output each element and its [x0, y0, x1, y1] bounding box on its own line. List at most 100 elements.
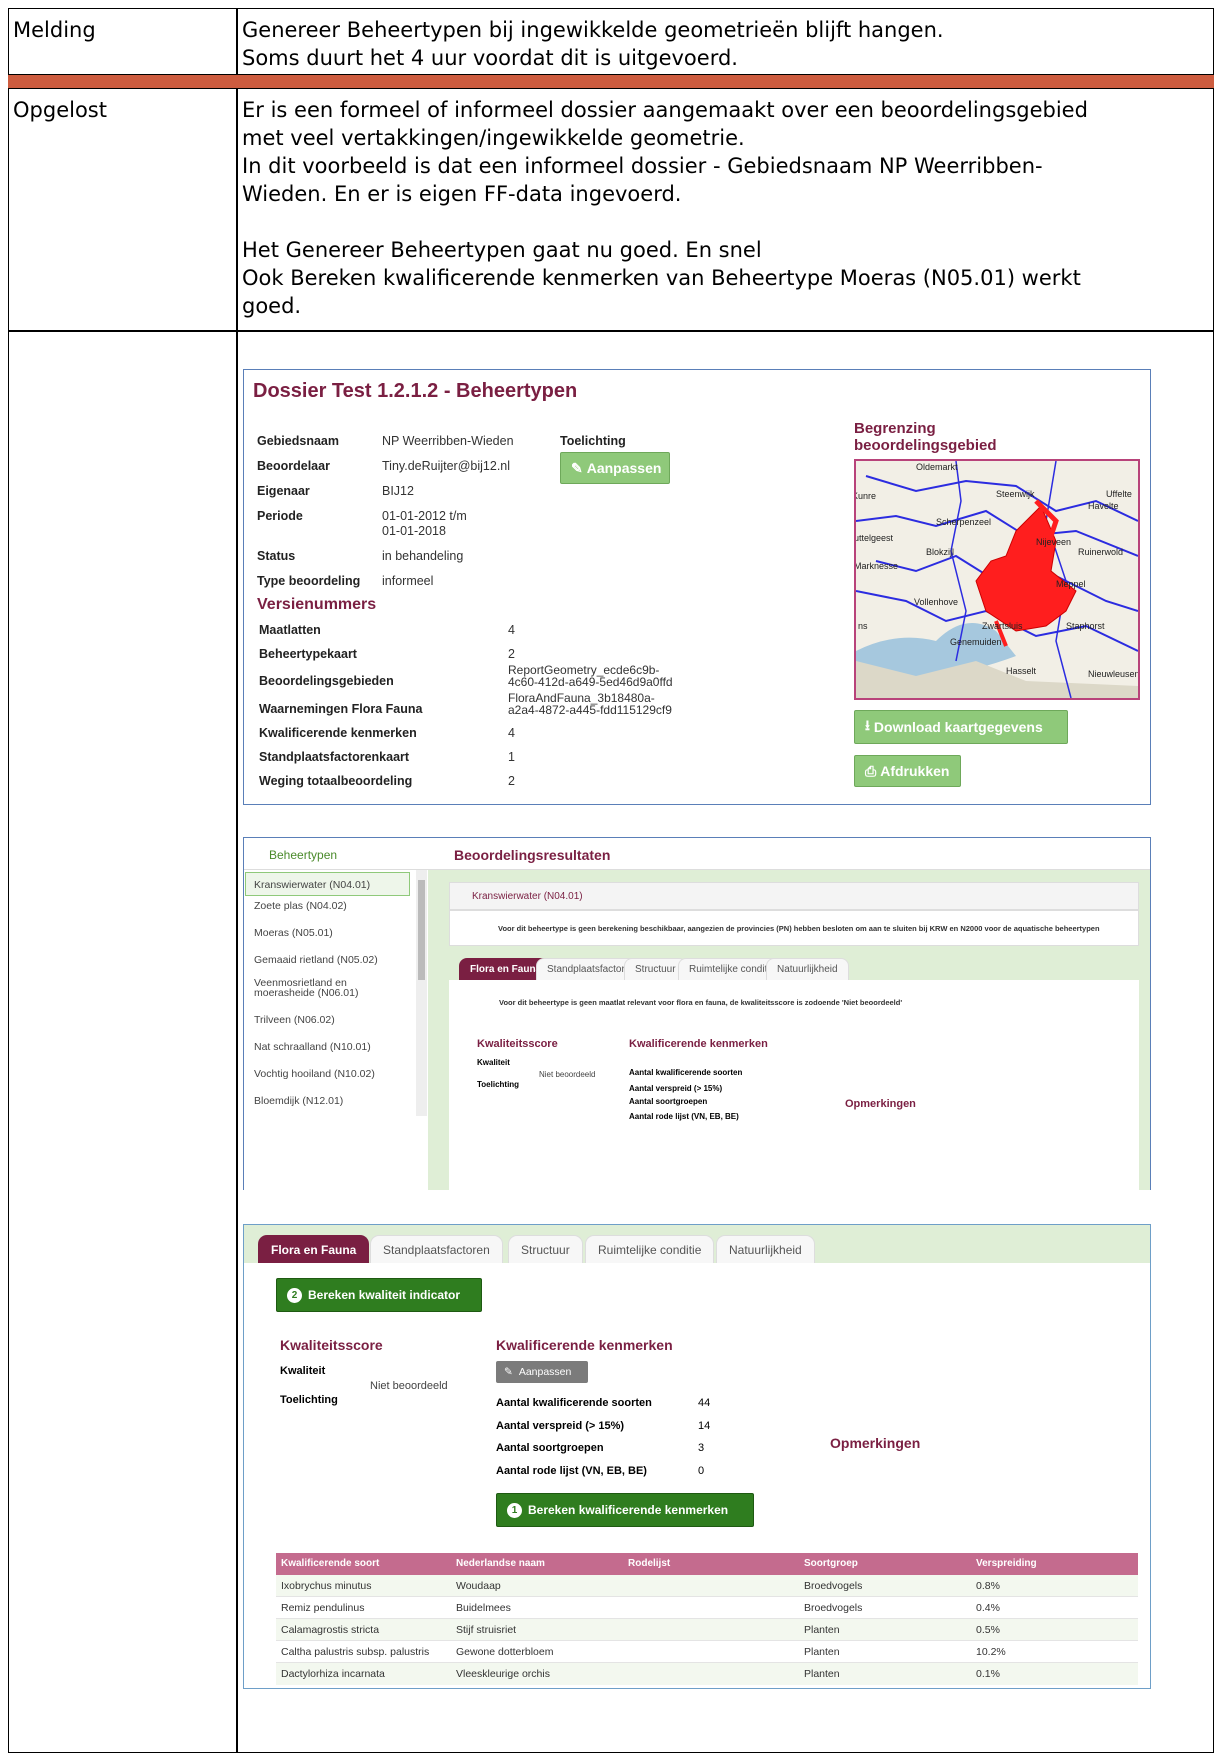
- versie-label: Maatlatten: [259, 623, 321, 637]
- download-icon: ⭳: [865, 717, 870, 733]
- map-label: Uffelte: [1106, 489, 1132, 499]
- melding-text-cell: Genereer Beheertypen bij ingewikkelde ge…: [237, 8, 1214, 75]
- list-item[interactable]: Moeras (N05.01): [245, 927, 410, 939]
- versie-label: Beoordelingsgebieden: [259, 674, 394, 688]
- beheertypen-title: Beheertypen: [269, 848, 338, 862]
- tab-ruimtelijke-conditie[interactable]: Ruimtelijke conditie: [585, 1235, 715, 1263]
- opgelost-line-5: Het Genereer Beheertypen gaat nu goed. E…: [242, 238, 762, 262]
- list-item[interactable]: Zoete plas (N04.02): [245, 900, 410, 912]
- dossier-title: Dossier Test 1.2.1.2 - Beheertypen: [253, 380, 578, 402]
- table-cell: 0.1%: [976, 1668, 1000, 1680]
- kwaliteit-label: Kwaliteit: [477, 1058, 510, 1067]
- versie-value: 2: [508, 647, 515, 661]
- opgelost-label: Opgelost: [13, 98, 107, 122]
- map[interactable]: Oldemarkt Kunre Steenwijk Uffelte Havelt…: [854, 459, 1140, 700]
- kwaliteit-label: Kwaliteit: [280, 1365, 326, 1377]
- versie-value: 2: [508, 774, 515, 788]
- map-label: Meppel: [1056, 579, 1086, 589]
- field-value: BIJ12: [382, 484, 414, 498]
- list-item[interactable]: Kranswierwater (N04.01): [245, 872, 410, 896]
- tab-natuurlijkheid[interactable]: Natuurlijkheid: [766, 958, 849, 980]
- table-row: Dactylorhiza incarnata Vleeskleurige orc…: [276, 1663, 1138, 1685]
- versie-value: 1: [508, 750, 515, 764]
- field-value: in behandeling: [382, 549, 464, 563]
- map-label: Ruinerwold: [1078, 547, 1124, 557]
- bereken-kwaliteit-button[interactable]: 2 Bereken kwaliteit indicator: [276, 1278, 482, 1312]
- step-badge-2: 2: [287, 1287, 302, 1303]
- field-value-2: 01-01-2018: [382, 524, 446, 538]
- versie-title: Versienummers: [257, 596, 377, 613]
- aanpassen-button[interactable]: ✎ Aanpassen: [560, 452, 670, 484]
- list-item[interactable]: Nat schraalland (N10.01): [245, 1041, 410, 1053]
- list-item[interactable]: Vochtig hooiland (N10.02): [245, 1068, 410, 1080]
- table-header: Nederlandse naam: [456, 1558, 545, 1569]
- list-item[interactable]: Gemaaid rietland (N05.02): [245, 954, 410, 966]
- opgelost-line-6: Ook Bereken kwalificerende kenmerken van…: [242, 266, 1081, 290]
- toelichting-label: Toelichting: [477, 1080, 520, 1089]
- map-label: ns: [858, 621, 868, 631]
- table-cell: Calamagrostis stricta: [281, 1624, 380, 1636]
- dossier-panel: Dossier Test 1.2.1.2 - Beheertypen Gebie…: [243, 369, 1151, 805]
- versie-label: Waarnemingen Flora Fauna: [259, 702, 423, 716]
- field-label: Eigenaar: [257, 484, 310, 498]
- melding-label-cell: Melding: [8, 8, 237, 75]
- print-button[interactable]: ⎙ Afdrukken: [854, 755, 961, 787]
- field-value: NP Weerribben-Wieden: [382, 434, 514, 448]
- kk-item-label: Aantal verspreid (> 15%): [496, 1420, 625, 1432]
- selected-header: Kranswierwater (N04.01): [449, 882, 1139, 910]
- table-cell: Gewone dotterbloem: [456, 1646, 554, 1658]
- map-label: Oldemarkt: [916, 462, 958, 472]
- pencil-icon: ✎: [571, 459, 583, 476]
- table-header: Verspreiding: [976, 1558, 1037, 1569]
- aanpassen-button[interactable]: ✎ Aanpassen: [496, 1361, 588, 1383]
- table-cell: Caltha palustris subsp. palustris: [281, 1646, 430, 1658]
- tab-flora-fauna[interactable]: Flora en Fauna: [258, 1235, 370, 1263]
- melding-line-1: Genereer Beheertypen bij ingewikkelde ge…: [242, 18, 944, 42]
- opmerkingen-title: Opmerkingen: [830, 1435, 921, 1451]
- map-label: Kunre: [854, 491, 877, 501]
- versie-value: 4: [508, 623, 515, 637]
- map-label: Staphorst: [1066, 621, 1105, 631]
- versie-label: Beheertypekaart: [259, 647, 357, 661]
- download-button[interactable]: ⭳ Download kaartgegevens: [854, 710, 1068, 744]
- versie-value-2: 4c60-412d-a649-5ed46d9a0ffd: [508, 675, 673, 689]
- kk-item-label: Aantal soortgroepen: [496, 1442, 604, 1454]
- field-value: 01-01-2012 t/m: [382, 509, 467, 523]
- tab-natuurlijkheid[interactable]: Natuurlijkheid: [716, 1235, 815, 1263]
- bereken-kk-button[interactable]: 1 Bereken kwalificerende kenmerken: [496, 1493, 754, 1527]
- table-row: Calamagrostis stricta Stijf struisriet P…: [276, 1619, 1138, 1641]
- table-cell: Woudaap: [456, 1580, 501, 1592]
- screenshots-label-cell: [8, 331, 237, 1753]
- versie-value-2: a2a4-4872-a445-fdd115129cf9: [508, 703, 672, 717]
- kk-item: Aantal kwalificerende soorten: [629, 1068, 743, 1077]
- map-label: Nijeveen: [1036, 537, 1072, 547]
- tab-structuur[interactable]: Structuur: [508, 1235, 583, 1263]
- table-cell: Stijf struisriet: [456, 1624, 517, 1636]
- ff-notice: Voor dit beheertype is geen maatlat rele…: [499, 998, 903, 1007]
- table-cell: 0.8%: [976, 1580, 1000, 1592]
- opmerkingen-title: Opmerkingen: [845, 1098, 916, 1110]
- separator-bar: [8, 75, 1214, 88]
- resultaten-header: [244, 838, 1150, 870]
- table-cell: Ixobrychus minutus: [281, 1580, 372, 1592]
- field-label: Gebiedsnaam: [257, 434, 339, 448]
- table-header: Soortgroep: [804, 1558, 858, 1569]
- list-item[interactable]: Veenmosrietland en moerasheide (N06.01): [245, 978, 395, 999]
- kk-title: Kwalificerende kenmerken: [496, 1337, 673, 1353]
- table-cell: 0.4%: [976, 1602, 1000, 1614]
- field-label: Periode: [257, 509, 303, 523]
- table-cell: Planten: [804, 1646, 840, 1658]
- list-item[interactable]: Bloemdijk (N12.01): [245, 1095, 410, 1107]
- list-item[interactable]: Trilveen (N06.02): [245, 1014, 410, 1026]
- table-row: Remiz pendulinus Buidelmees Broedvogels …: [276, 1597, 1138, 1619]
- list-scrollbar[interactable]: [416, 870, 427, 1116]
- table-cell: Remiz pendulinus: [281, 1602, 365, 1614]
- table-cell: Planten: [804, 1624, 840, 1636]
- kwaliteitsscore-title: Kwaliteitsscore: [477, 1038, 558, 1050]
- field-label: Type beoordeling: [257, 574, 361, 588]
- map-label: Scherpenzeel: [936, 517, 992, 527]
- tab-standplaatsfactoren[interactable]: Standplaatsfactoren: [370, 1235, 503, 1263]
- map-title-2: beoordelingsgebied: [854, 437, 997, 454]
- toelichting-label: Toelichting: [280, 1394, 338, 1406]
- table-cell: Vleeskleurige orchis: [456, 1668, 550, 1680]
